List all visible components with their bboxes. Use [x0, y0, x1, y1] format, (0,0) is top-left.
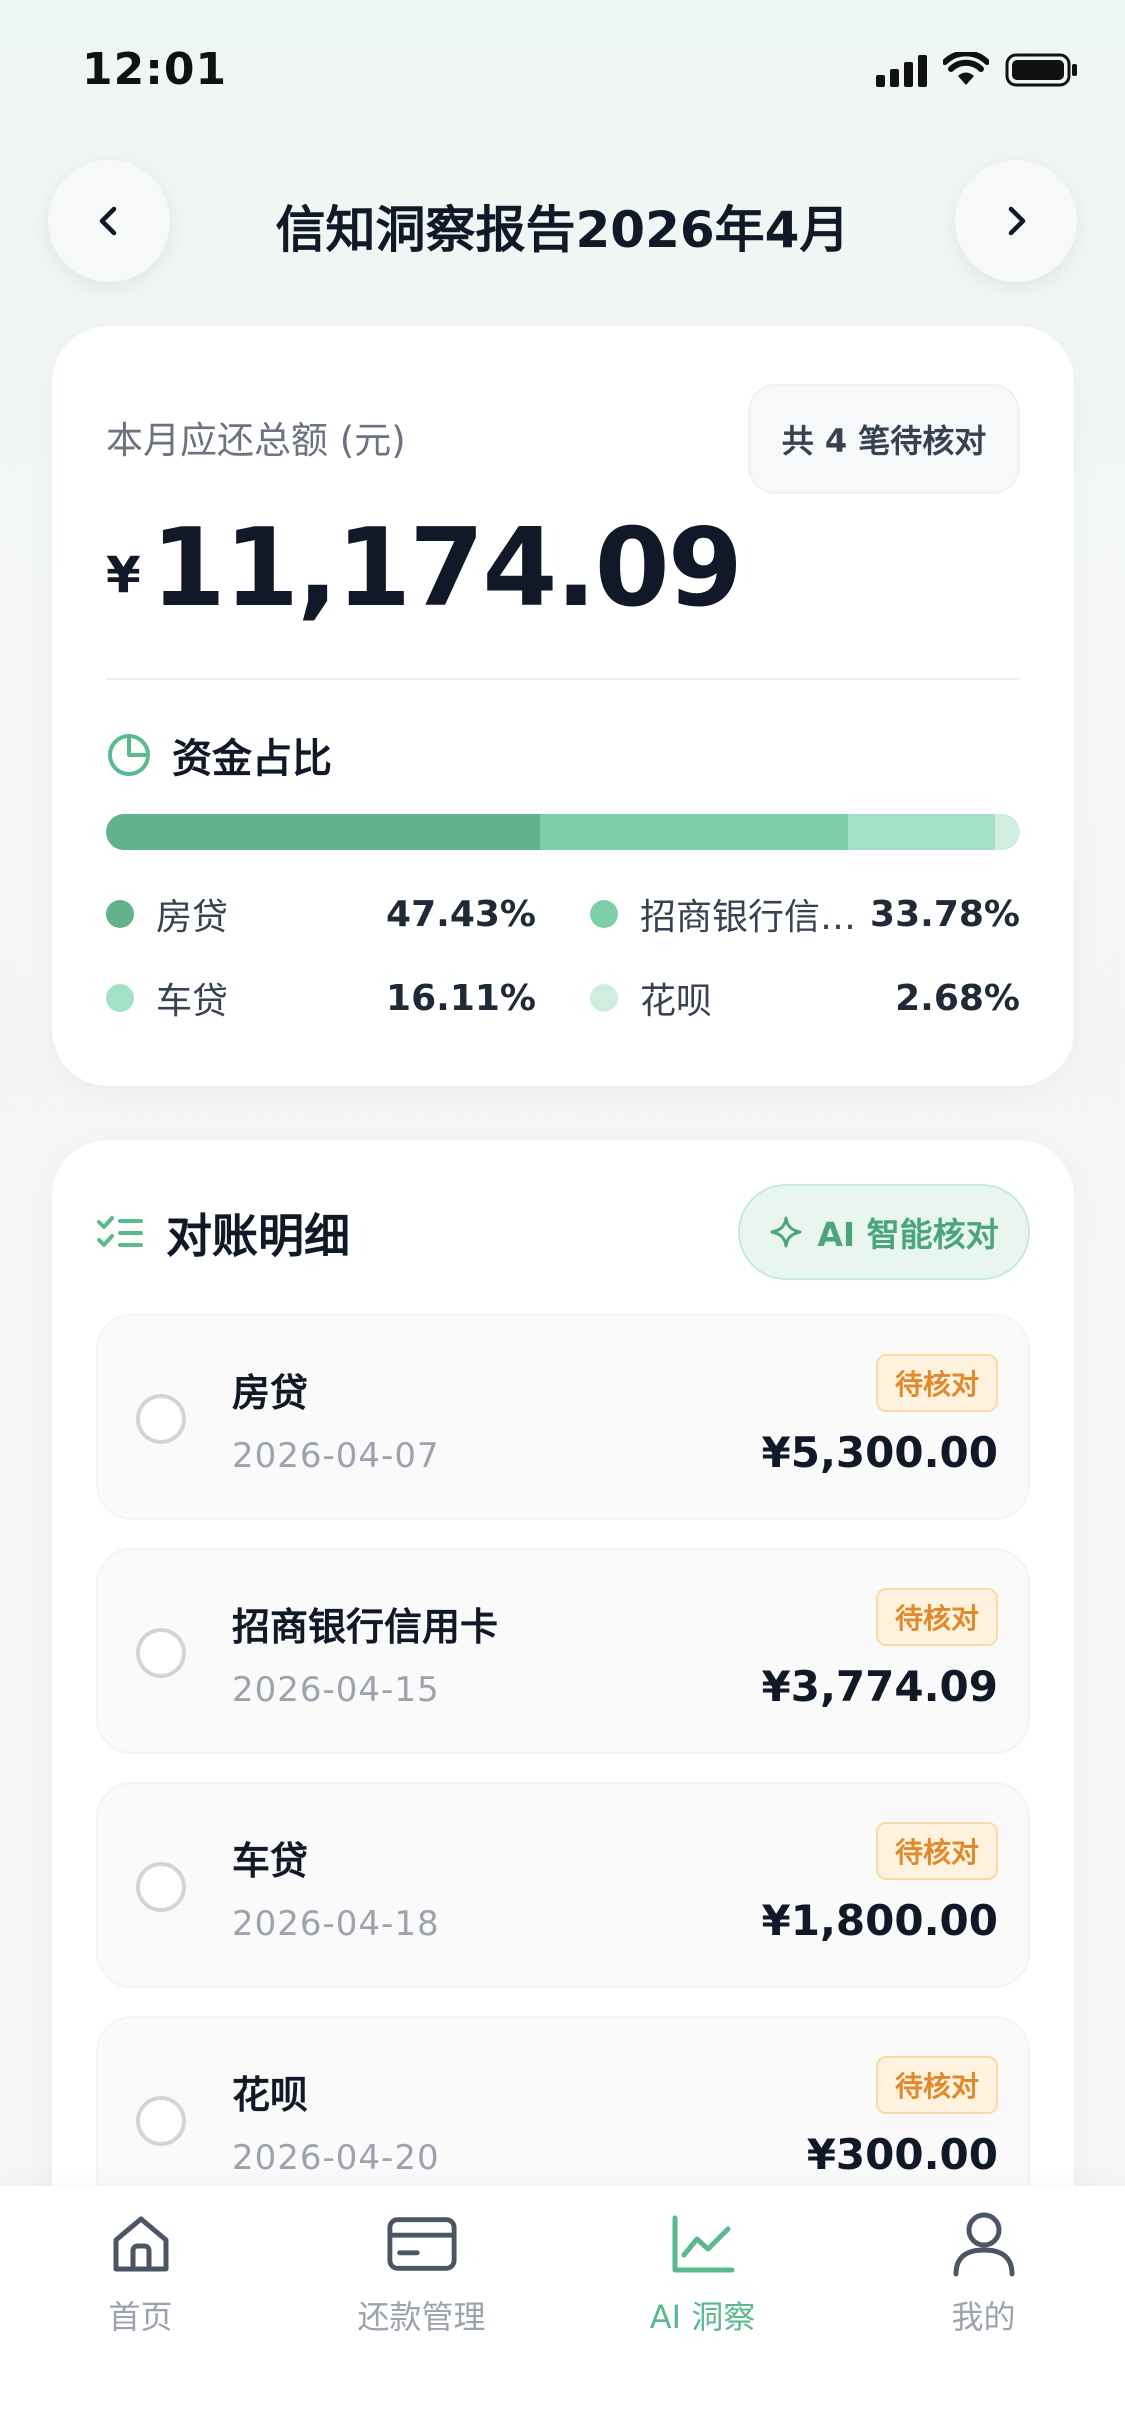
tab-home[interactable]: 首页	[0, 2208, 281, 2348]
home-icon	[105, 2208, 177, 2280]
legend-item: 花呗 2.68%	[590, 970, 1020, 1026]
summary-card: 本月应还总额 (元) 共 4 笔待核对 ¥ 11,174.09 资金占比 房贷 …	[52, 326, 1074, 1086]
allocation-title: 资金占比	[172, 736, 332, 782]
total-amount: 11,174.09	[150, 506, 743, 631]
card-icon	[386, 2208, 458, 2280]
legend-percent: 33.78%	[870, 893, 1020, 935]
pending-count-pill[interactable]: 共 4 笔待核对	[748, 384, 1020, 494]
checklist-icon	[97, 1216, 143, 1247]
status-badge: 待核对	[876, 1588, 998, 1646]
chart-line-icon	[667, 2208, 739, 2280]
item-amount: ¥300.00	[806, 2130, 998, 2179]
legend-percent: 2.68%	[895, 977, 1020, 1019]
tab-label: AI 洞察	[649, 2298, 756, 2336]
tab-bar: 首页 还款管理 AI 洞察 我的	[0, 2186, 1125, 2436]
list-item[interactable]: 房贷 2026-04-07 待核对 ¥5,300.00	[96, 1314, 1030, 1520]
allocation-header: 资金占比	[106, 726, 332, 784]
item-checkbox[interactable]	[136, 1394, 186, 1444]
allocation-segment	[848, 814, 996, 850]
total-amount-row: ¥ 11,174.09	[106, 506, 743, 631]
list-item[interactable]: 车贷 2026-04-18 待核对 ¥1,800.00	[96, 1782, 1030, 1988]
legend-dot	[106, 984, 134, 1012]
ai-reconcile-button[interactable]: AI 智能核对	[738, 1184, 1030, 1280]
item-date: 2026-04-20	[232, 2138, 440, 2178]
cellular-signal-icon	[876, 53, 927, 87]
list-item[interactable]: 招商银行信用卡 2026-04-15 待核对 ¥3,774.09	[96, 1548, 1030, 1754]
status-icons	[876, 50, 1079, 90]
item-date: 2026-04-07	[232, 1436, 440, 1476]
sparkle-icon	[770, 1216, 802, 1248]
item-name: 花呗	[232, 2073, 309, 2117]
item-amount: ¥1,800.00	[761, 1896, 998, 1945]
allocation-bar	[106, 814, 1020, 850]
legend-name: 招商银行信用卡	[640, 897, 871, 938]
tab-repayment[interactable]: 还款管理	[281, 2208, 562, 2348]
status-bar: 12:01	[0, 0, 1125, 140]
ai-reconcile-label: AI 智能核对	[817, 1215, 999, 1254]
item-date: 2026-04-18	[232, 1904, 440, 1944]
status-badge: 待核对	[876, 2056, 998, 2114]
legend-item: 车贷 16.11%	[106, 970, 536, 1026]
currency-symbol: ¥	[106, 546, 141, 604]
status-time: 12:01	[82, 44, 228, 95]
legend-percent: 47.43%	[386, 893, 536, 935]
reconciliation-header: 对账明细	[96, 1200, 350, 1266]
battery-icon	[1005, 53, 1077, 87]
next-month-button[interactable]	[955, 160, 1077, 282]
divider	[106, 678, 1020, 680]
allocation-segment	[995, 814, 1020, 850]
status-badge: 待核对	[876, 1822, 998, 1880]
item-name: 招商银行信用卡	[232, 1605, 499, 1649]
pie-chart-icon	[108, 734, 150, 776]
item-checkbox[interactable]	[136, 2096, 186, 2146]
item-checkbox[interactable]	[136, 1862, 186, 1912]
legend-dot	[590, 984, 618, 1012]
legend-percent: 16.11%	[386, 977, 536, 1019]
tab-label: 还款管理	[357, 2298, 486, 2336]
legend-dot	[106, 900, 134, 928]
legend-item: 房贷 47.43%	[106, 886, 536, 942]
user-icon	[948, 2208, 1020, 2280]
wifi-icon	[943, 52, 989, 85]
legend-dot	[590, 900, 618, 928]
total-label: 本月应还总额 (元)	[106, 419, 406, 462]
item-amount: ¥5,300.00	[761, 1428, 998, 1477]
item-name: 房贷	[232, 1371, 309, 1415]
item-name: 车贷	[232, 1839, 309, 1883]
allocation-segment	[539, 814, 849, 850]
chevron-right-icon	[1008, 206, 1026, 236]
tab-ai-insight[interactable]: AI 洞察	[562, 2208, 843, 2348]
header: 信知洞察报告2026年4月	[0, 160, 1125, 285]
legend-name: 花呗	[640, 981, 713, 1022]
reconciliation-title: 对账明细	[166, 1209, 350, 1263]
legend-item: 招商银行信用卡 33.78%	[590, 886, 1020, 942]
item-checkbox[interactable]	[136, 1628, 186, 1678]
tab-label: 首页	[108, 2298, 173, 2336]
legend-name: 房贷	[156, 897, 229, 938]
status-badge: 待核对	[876, 1354, 998, 1412]
item-amount: ¥3,774.09	[761, 1662, 998, 1711]
item-date: 2026-04-15	[232, 1670, 440, 1710]
tab-label: 我的	[951, 2298, 1016, 2336]
legend-name: 车贷	[156, 981, 229, 1022]
allocation-segment	[106, 814, 540, 850]
tab-profile[interactable]: 我的	[843, 2208, 1124, 2348]
